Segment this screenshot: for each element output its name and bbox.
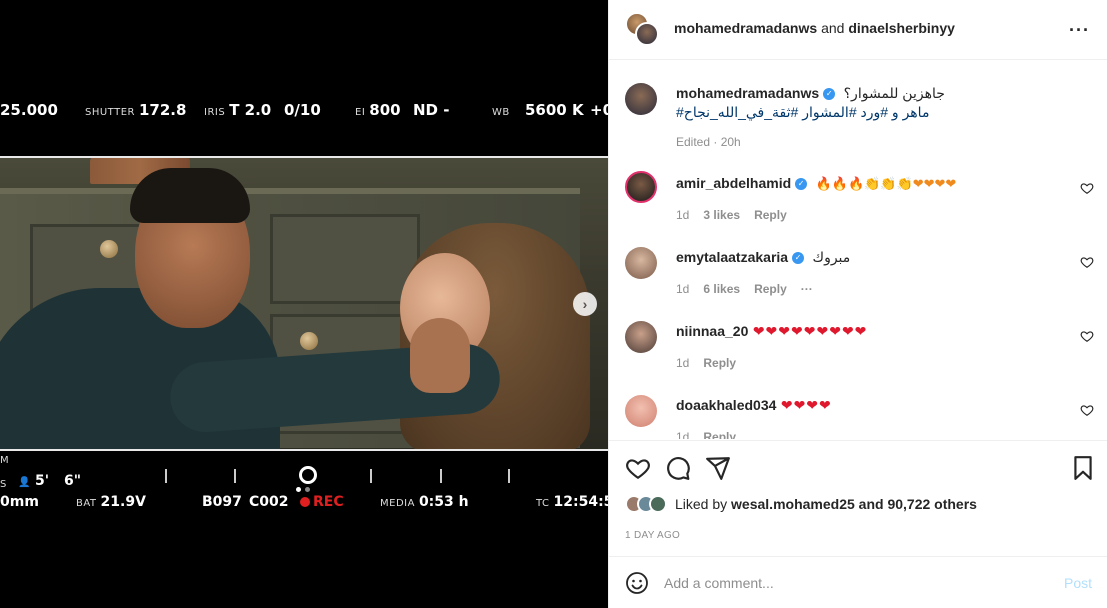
- comment-username[interactable]: emytalaatzakaria: [676, 249, 788, 265]
- header-username-1[interactable]: mohamedramadanws: [674, 20, 817, 36]
- carousel-dots: [296, 487, 310, 492]
- comment-text: مبروك: [812, 249, 851, 265]
- hud-ratio: 0/10: [284, 101, 321, 119]
- verified-icon: ✓: [823, 87, 836, 100]
- person-icon: 👤: [18, 477, 31, 488]
- comment-likes[interactable]: 3 likes: [703, 208, 740, 222]
- comment-text: ❤❤❤❤: [780, 397, 832, 413]
- comment-text: 🔥🔥🔥👏👏👏❤❤❤❤: [815, 176, 957, 191]
- avatar[interactable]: [625, 247, 657, 279]
- caption-username[interactable]: mohamedramadanws: [676, 85, 819, 101]
- hud-s: S: [0, 479, 7, 490]
- post-time[interactable]: 1 DAY AGO: [625, 530, 680, 541]
- comment-input[interactable]: [664, 573, 1044, 593]
- comment-composer: Post: [609, 556, 1107, 608]
- heart-icon[interactable]: [1080, 181, 1094, 195]
- hud-nd: ND -: [413, 101, 450, 119]
- share-icon[interactable]: [705, 455, 731, 481]
- comment-meta: 1d Reply: [676, 356, 737, 370]
- focus-ring-icon: [299, 466, 317, 484]
- hud-clip: C002: [249, 494, 289, 510]
- comment-username[interactable]: amir_abdelhamid: [676, 175, 791, 191]
- caption-text: جاهزين للمشوار؟: [843, 85, 945, 101]
- verified-icon: ✓: [795, 177, 808, 190]
- hud-iris: IRIS T 2.0: [204, 101, 272, 119]
- comment-meta: 1d Reply: [676, 430, 736, 439]
- verified-icon: ✓: [792, 251, 805, 264]
- comment-text: ❤❤❤❤❤❤❤❤❤: [752, 323, 868, 339]
- heart-icon[interactable]: [1080, 403, 1094, 417]
- hud-rec: REC: [300, 491, 344, 510]
- hud-wb-value: 5600 K: [525, 101, 584, 119]
- collab-names: mohamedramadanws and dinaelsherbinyy: [674, 20, 955, 36]
- hud-timecode: TC12:54:52: [536, 494, 608, 510]
- hud-fps: 25.000: [0, 101, 58, 119]
- hud-ei: EI 800: [355, 101, 401, 119]
- hud-reel: B097: [202, 494, 242, 510]
- avatar[interactable]: [625, 83, 657, 115]
- avatar[interactable]: [625, 171, 657, 203]
- camera-hud-bottom: M S 👤 5' 6" 0mm BAT 21.9V B097 C002 REC ME…: [0, 455, 608, 515]
- record-icon: [300, 496, 310, 507]
- reply-button[interactable]: Reply: [703, 430, 736, 439]
- reply-button[interactable]: Reply: [754, 208, 787, 222]
- comment-username[interactable]: doaakhaled034: [676, 397, 776, 413]
- post-actions: Liked by wesal.mohamed25 and 90,722 othe…: [609, 440, 1107, 560]
- liked-by: Liked by wesal.mohamed25 and 90,722 othe…: [625, 495, 977, 513]
- hud-wb: WB: [492, 107, 510, 118]
- avatar[interactable]: [625, 321, 657, 353]
- likes-count[interactable]: and 90,722 others: [859, 496, 977, 512]
- hud-media: MEDIA 0:53 h: [380, 494, 469, 510]
- avatar: [635, 22, 659, 46]
- post-media[interactable]: 25.000 SHUTTER 172.8 IRIS T 2.0 0/10 EI 800…: [0, 0, 608, 608]
- header-username-2[interactable]: dinaelsherbinyy: [848, 20, 955, 36]
- hand: [410, 318, 470, 393]
- caption: mohamedramadanws ✓ جاهزين للمشوار؟ ماهر و…: [609, 61, 1107, 161]
- hud-height: 👤 5': [18, 473, 49, 489]
- carousel-dot: [305, 487, 310, 492]
- next-slide-button[interactable]: ›: [573, 292, 597, 316]
- avatar[interactable]: [625, 395, 657, 427]
- scene-image: [0, 158, 608, 449]
- hud-shutter: SHUTTER 172.8: [85, 101, 187, 119]
- avatar: [649, 495, 667, 513]
- comment-meta: 1d 6 likes Reply ···: [676, 282, 813, 296]
- camera-hud-top: 25.000 SHUTTER 172.8 IRIS T 2.0 0/10 EI 800…: [0, 96, 608, 124]
- caption-hashtags[interactable]: ماهر و #ورد #المشوار #ثقة_في_الله_نجاح#: [676, 104, 929, 120]
- comment-item: emytalaatzakaria ✓ مبروك 1d 6 likes Reply…: [609, 235, 1107, 309]
- emoji-icon[interactable]: [625, 571, 649, 595]
- comment-icon[interactable]: [665, 455, 691, 481]
- like-heart-icon[interactable]: [625, 455, 651, 481]
- hud-battery: BAT 21.9V: [76, 494, 146, 510]
- hud-tint: +0: [590, 101, 608, 119]
- carousel-dot: [296, 487, 301, 492]
- man-hair: [130, 168, 250, 223]
- frame-line-bottom: [0, 449, 608, 451]
- hud-lens: 0mm: [0, 494, 39, 510]
- hud-m: M: [0, 455, 10, 466]
- comment-item: doaakhaled034 ❤❤❤❤ 1d Reply: [609, 383, 1107, 439]
- hud-height-right: 6": [64, 473, 82, 489]
- comment-likes[interactable]: 6 likes: [703, 282, 740, 296]
- post-button[interactable]: Post: [1064, 575, 1092, 591]
- comment-meta: 1d 3 likes Reply: [676, 208, 787, 222]
- post-details-panel: mohamedramadanws and dinaelsherbinyy ···…: [608, 0, 1107, 608]
- reply-button[interactable]: Reply: [754, 282, 787, 296]
- post-header: mohamedramadanws and dinaelsherbinyy ···: [609, 0, 1107, 60]
- liked-by-user[interactable]: wesal.mohamed25: [731, 496, 855, 512]
- bookmark-icon[interactable]: [1070, 455, 1096, 481]
- comment-item: amir_abdelhamid ✓ 🔥🔥🔥👏👏👏❤❤❤❤ 1d 3 likes R…: [609, 161, 1107, 235]
- reply-button[interactable]: Reply: [703, 356, 736, 370]
- chevron-right-icon: ›: [582, 296, 588, 312]
- comments-scroll[interactable]: mohamedramadanws ✓ جاهزين للمشوار؟ ماهر و…: [609, 61, 1107, 439]
- heart-icon[interactable]: [1080, 255, 1094, 269]
- collab-avatars[interactable]: [625, 12, 659, 46]
- comment-username[interactable]: niinnaa_20: [676, 323, 748, 339]
- heart-icon[interactable]: [1080, 329, 1094, 343]
- comment-more-icon[interactable]: ···: [801, 282, 813, 296]
- comment-item: niinnaa_20 ❤❤❤❤❤❤❤❤❤ 1d Reply: [609, 309, 1107, 383]
- more-options-icon[interactable]: ···: [1069, 20, 1090, 41]
- caption-edited: Edited · 20h: [676, 135, 741, 149]
